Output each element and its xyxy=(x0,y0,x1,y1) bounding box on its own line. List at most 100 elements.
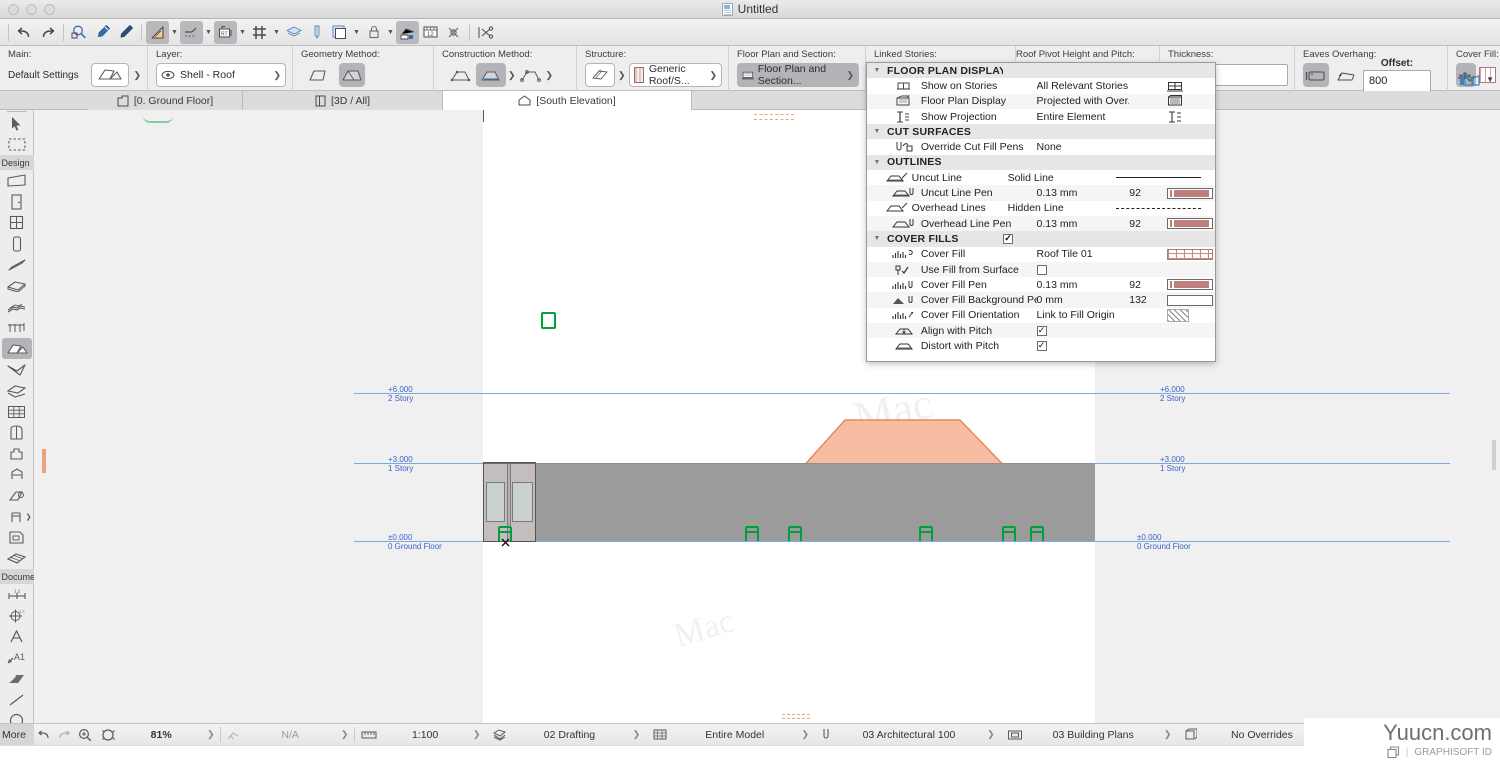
setting-value[interactable]: 0.13 mm xyxy=(1037,279,1130,291)
chair-symbol[interactable] xyxy=(785,522,805,542)
setting-row-cover-fill-pen[interactable]: Cover Fill Pen 0.13 mm 92 xyxy=(867,277,1215,292)
structure-chevron-1[interactable]: ❯ xyxy=(618,70,626,81)
layer-chevron[interactable]: ❯ xyxy=(273,70,281,81)
setting-row-floor-plan-display[interactable]: Floor Plan Display Projected with Over..… xyxy=(867,93,1215,109)
eaves-perpendicular-icon[interactable] xyxy=(1333,63,1359,87)
cover-fills-enable-checkbox[interactable]: ✓ xyxy=(1003,233,1096,244)
label-dropdown-caret[interactable]: ▼ xyxy=(237,21,248,44)
main-settings-chevron[interactable]: ❯ xyxy=(133,70,141,81)
redo-arrow-icon[interactable] xyxy=(54,724,74,746)
roof-level-icon[interactable] xyxy=(476,63,506,87)
lock-dropdown-caret[interactable]: ▼ xyxy=(385,21,396,44)
setting-row-cover-fill-orientation[interactable]: Cover Fill Orientation Link to Fill Orig… xyxy=(867,308,1215,323)
measure-dropdown-caret[interactable]: ▼ xyxy=(169,21,180,44)
curtain-wall-tool[interactable] xyxy=(2,401,32,422)
collapse-triangle-icon[interactable]: ▼ xyxy=(867,235,887,242)
section-header-cut-surfaces[interactable]: ▼ CUT SURFACES xyxy=(867,124,1215,140)
dimension-tool[interactable]: 1,2 xyxy=(2,584,32,605)
setting-row-distort-with-pitch[interactable]: Distort with Pitch ✓ xyxy=(867,338,1215,353)
graphisoft-id-row[interactable]: | GRAPHISOFT ID xyxy=(1387,745,1492,759)
section-header-cover-fills[interactable]: ▼ COVER FILLS ✓ xyxy=(867,231,1215,247)
setting-row-overhead-lines[interactable]: Overhead Lines Hidden Line xyxy=(867,201,1215,216)
close-button[interactable] xyxy=(8,4,19,15)
tab-3d-all[interactable]: [3D / All] xyxy=(243,91,443,110)
pen-set-value[interactable]: 02 Drafting xyxy=(512,724,626,746)
radial-dimension-tool[interactable]: 1,2 xyxy=(2,605,32,626)
renovation-icon[interactable] xyxy=(396,20,419,44)
minimize-button[interactable] xyxy=(26,4,37,15)
setting-row-show-on-stories[interactable]: Show on Stories All Relevant Stories xyxy=(867,78,1215,93)
setting-value[interactable]: Entire Element xyxy=(1037,111,1130,123)
collapse-triangle-icon[interactable]: ▼ xyxy=(867,128,887,135)
multi-plane-roof-icon[interactable] xyxy=(339,63,365,87)
structure-icon[interactable] xyxy=(1001,724,1029,746)
scissors-icon[interactable] xyxy=(474,21,497,44)
structure-selector[interactable]: Generic Roof/S... ❯ xyxy=(628,63,722,87)
setting-row-align-with-pitch[interactable]: Align with Pitch ✓ xyxy=(867,323,1215,339)
toolbox-more-label[interactable]: More xyxy=(0,723,34,746)
orientation-icon[interactable] xyxy=(221,724,245,746)
window-traffic-lights[interactable] xyxy=(8,4,55,15)
composite-icon[interactable] xyxy=(585,63,615,87)
zoom-level-value[interactable]: 81% xyxy=(121,724,201,746)
wall-tool[interactable] xyxy=(2,170,32,191)
roof-tool[interactable] xyxy=(1,338,32,359)
copy-icon[interactable] xyxy=(1387,745,1400,759)
section-header-floor-plan-display[interactable]: ▼ FLOOR PLAN DISPLAY xyxy=(867,63,1215,79)
tile-fill-chip[interactable] xyxy=(1167,248,1215,260)
selected-object-marker[interactable] xyxy=(541,312,556,329)
layers-stack-icon[interactable] xyxy=(486,724,512,746)
redo-icon[interactable] xyxy=(36,21,59,44)
chair-symbol[interactable] xyxy=(999,522,1019,542)
label-tool[interactable]: A1 xyxy=(2,647,32,668)
arrow-select-tool[interactable] xyxy=(2,113,32,134)
elevation-icon[interactable] xyxy=(180,20,203,44)
text-tool[interactable] xyxy=(2,626,32,647)
pen-color-chip[interactable] xyxy=(1167,218,1215,230)
skylight-tool[interactable] xyxy=(2,485,32,506)
chair-symbol[interactable] xyxy=(742,522,762,542)
layer-combination-value[interactable]: 03 Architectural 100 xyxy=(837,724,981,746)
use-fill-from-surface-checkbox[interactable] xyxy=(1036,264,1130,275)
tab-south-elevation[interactable]: [South Elevation] xyxy=(443,91,692,110)
pen-set-chevron[interactable]: ❯ xyxy=(627,729,647,740)
zoom-in-icon[interactable] xyxy=(74,724,96,746)
setting-value[interactable]: Hidden Line xyxy=(1008,202,1085,214)
setting-value[interactable]: 0 mm xyxy=(1037,294,1130,306)
chair-object-tool[interactable]: ❯ xyxy=(2,506,32,527)
setting-value[interactable]: Solid Line xyxy=(1008,172,1085,184)
pen-set-icon[interactable] xyxy=(305,21,328,44)
setting-value[interactable]: Projected with Over... xyxy=(1037,95,1130,107)
pen-icon[interactable] xyxy=(815,724,837,746)
construction-chevron-1[interactable]: ❯ xyxy=(508,70,516,81)
zone-tool[interactable] xyxy=(2,464,32,485)
setting-row-use-fill-from-surface[interactable]: Use Fill from Surface xyxy=(867,261,1215,278)
morph-tool[interactable] xyxy=(2,380,32,401)
dimension-icon[interactable]: 12 xyxy=(419,21,442,44)
view-dropdown-caret[interactable]: ▼ xyxy=(351,21,362,44)
floor-plan-section-button[interactable]: Floor Plan and Section... ❯ xyxy=(737,63,859,87)
setting-row-overhead-line-pen[interactable]: Overhead Line Pen 0.13 mm 92 xyxy=(867,215,1215,232)
pen-color-chip[interactable] xyxy=(1167,187,1215,199)
elevation-dropdown-caret[interactable]: ▼ xyxy=(203,21,214,44)
structure-display-value[interactable]: 03 Building Plans xyxy=(1029,724,1158,746)
scale-icon[interactable] xyxy=(355,724,383,746)
scale-chevron[interactable]: ❯ xyxy=(467,729,487,740)
syringe-icon[interactable] xyxy=(114,21,137,44)
setting-value[interactable]: 0.13 mm xyxy=(1037,218,1130,230)
fix-icon[interactable] xyxy=(442,21,465,44)
square-icon[interactable] xyxy=(328,21,351,44)
grid-snap-icon[interactable] xyxy=(248,21,271,44)
structure-chevron-2[interactable]: ❯ xyxy=(709,70,717,81)
marquee-zoom-icon[interactable] xyxy=(68,21,91,44)
window-tool[interactable] xyxy=(2,212,32,233)
3d-view-caret[interactable]: ▼ xyxy=(1486,75,1494,84)
model-view-value[interactable]: Entire Model xyxy=(674,724,795,746)
pen-color-chip[interactable] xyxy=(1167,279,1215,291)
model-view-chevron[interactable]: ❯ xyxy=(795,729,815,740)
floorplan-chevron[interactable]: ❯ xyxy=(846,70,854,81)
door-tool[interactable] xyxy=(2,191,32,212)
override-icon[interactable] xyxy=(1177,724,1203,746)
roof-settings-panel[interactable]: ▼ FLOOR PLAN DISPLAY Show on Stories All… xyxy=(866,62,1216,362)
mesh-tool[interactable] xyxy=(2,422,32,443)
